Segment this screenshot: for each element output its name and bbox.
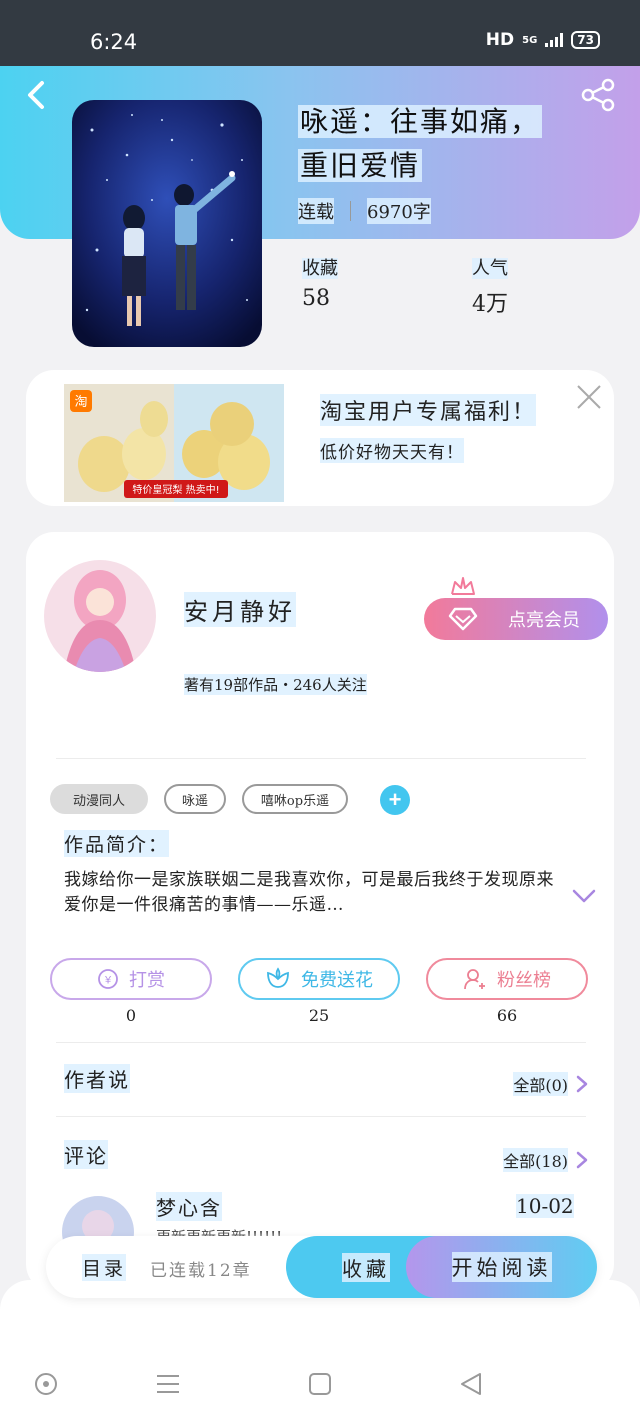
fans-label: 粉丝榜 <box>497 970 551 990</box>
tip-label: 打赏 <box>129 970 165 990</box>
ad-card[interactable]: 淘 特价皇冠梨 热卖中! 淘宝用户专属福利！ 低价好物天天有！ <box>26 370 614 506</box>
book-status: 连载 <box>298 198 334 224</box>
back-icon[interactable] <box>20 78 54 112</box>
book-detail-card: 安月静好 著有19部作品・246人关注 点亮会员 动漫同人 咏遥 嘻咻op乐遥 … <box>26 532 614 1292</box>
activate-vip-button[interactable]: 点亮会员 <box>424 598 608 640</box>
ad-image: 淘 特价皇冠梨 热卖中! <box>64 384 284 502</box>
divider <box>56 1042 586 1043</box>
start-reading-button[interactable]: 开始阅读 <box>406 1236 597 1298</box>
popularity-stat: 人气 4万 <box>472 254 508 318</box>
chevron-right-icon <box>576 1151 588 1169</box>
author-says-title: 作者说 <box>64 1064 130 1093</box>
status-bar: 6:24 HD 5G 73 <box>0 0 640 66</box>
comment-date: 10-02 <box>516 1194 574 1218</box>
flower-count: 25 <box>308 1006 330 1025</box>
divider <box>56 1116 586 1117</box>
author-says-link-label: 全部(0) <box>513 1072 568 1096</box>
network-label: HD <box>485 30 515 50</box>
send-flower-button[interactable]: 免费送花 <box>238 958 400 1000</box>
commenter-name[interactable]: 梦心含 <box>156 1192 222 1221</box>
status-indicators: HD 5G 73 <box>486 30 600 50</box>
signal-icon <box>545 33 564 47</box>
favorites-value: 58 <box>302 286 330 311</box>
ad-banner-text: 特价皇冠梨 热卖中! <box>132 483 219 496</box>
tip-button[interactable]: ¥ 打赏 <box>50 958 212 1000</box>
favorites-stat: 收藏 58 <box>302 254 338 311</box>
close-icon[interactable] <box>576 384 602 410</box>
meta-divider <box>350 201 351 221</box>
flower-label: 免费送花 <box>301 970 373 990</box>
chapter-count: 已连载12章 <box>150 1261 252 1281</box>
favorites-button-label: 收藏 <box>342 1252 390 1282</box>
popularity-value: 4万 <box>472 292 508 317</box>
ad-subtitle: 低价好物天天有！ <box>320 438 464 463</box>
comments-link-label: 全部(18) <box>503 1148 568 1172</box>
author-name[interactable]: 安月静好 <box>184 592 296 627</box>
signal-type: 5G <box>522 34 538 46</box>
author-says-all-link[interactable]: 全部(0) <box>513 1072 588 1096</box>
assistant-icon[interactable] <box>32 1370 60 1398</box>
menu-icon[interactable] <box>154 1370 182 1398</box>
taobao-logo: 淘 <box>74 395 87 410</box>
fans-ranking-button[interactable]: 粉丝榜 <box>426 958 588 1000</box>
comments-title: 评论 <box>64 1140 108 1169</box>
status-time: 6:24 <box>90 30 138 54</box>
book-title-line2: 重旧爱情 <box>298 149 423 182</box>
word-count: 6970字 <box>367 198 431 224</box>
popularity-label: 人气 <box>472 258 508 279</box>
system-nav-bar <box>0 1280 640 1422</box>
catalog-button[interactable]: 目录 <box>82 1254 127 1281</box>
author-stats: 著有19部作品・246人关注 <box>184 674 367 695</box>
chevron-down-icon[interactable] <box>572 888 596 904</box>
vip-button-label: 点亮会员 <box>508 610 580 630</box>
user-icon <box>464 969 485 990</box>
tag-item[interactable]: 咏遥 <box>164 784 226 814</box>
home-icon[interactable] <box>306 1370 334 1398</box>
book-title-line1: 咏遥：往事如痛， <box>298 105 543 138</box>
book-cover[interactable] <box>72 100 262 347</box>
chevron-right-icon <box>576 1075 588 1093</box>
svg-text:¥: ¥ <box>104 975 112 987</box>
crown-icon <box>451 577 475 595</box>
tip-count: 0 <box>125 1006 137 1025</box>
ad-title: 淘宝用户专属福利！ <box>320 394 537 426</box>
reader-action-bar: 目录 已连载12章 收藏 开始阅读 <box>46 1236 597 1298</box>
comments-all-link[interactable]: 全部(18) <box>503 1148 588 1172</box>
intro-text: 我嫁给你一是家族联姻二是我喜欢你，可是最后我终于发现原来爱你是一件很痛苦的事情—… <box>64 870 554 915</box>
back-nav-icon[interactable] <box>458 1370 486 1398</box>
author-avatar[interactable] <box>44 560 156 672</box>
intro-label: 作品简介： <box>64 830 170 857</box>
fans-count: 66 <box>496 1006 518 1025</box>
divider <box>56 758 586 759</box>
diamond-icon <box>448 607 478 631</box>
battery-icon: 73 <box>571 31 600 49</box>
tag-item[interactable]: 动漫同人 <box>50 784 148 814</box>
tag-item[interactable]: 嘻咻op乐遥 <box>242 784 348 814</box>
book-meta: 连载 6970字 <box>298 198 431 224</box>
start-reading-label: 开始阅读 <box>451 1252 552 1282</box>
favorites-label: 收藏 <box>302 258 338 279</box>
add-tag-button[interactable]: + <box>380 785 410 815</box>
book-title: 咏遥：往事如痛， 重旧爱情 <box>298 100 598 188</box>
coin-icon: ¥ <box>98 969 118 989</box>
cover-illustration <box>72 100 262 347</box>
flower-icon <box>267 967 289 988</box>
